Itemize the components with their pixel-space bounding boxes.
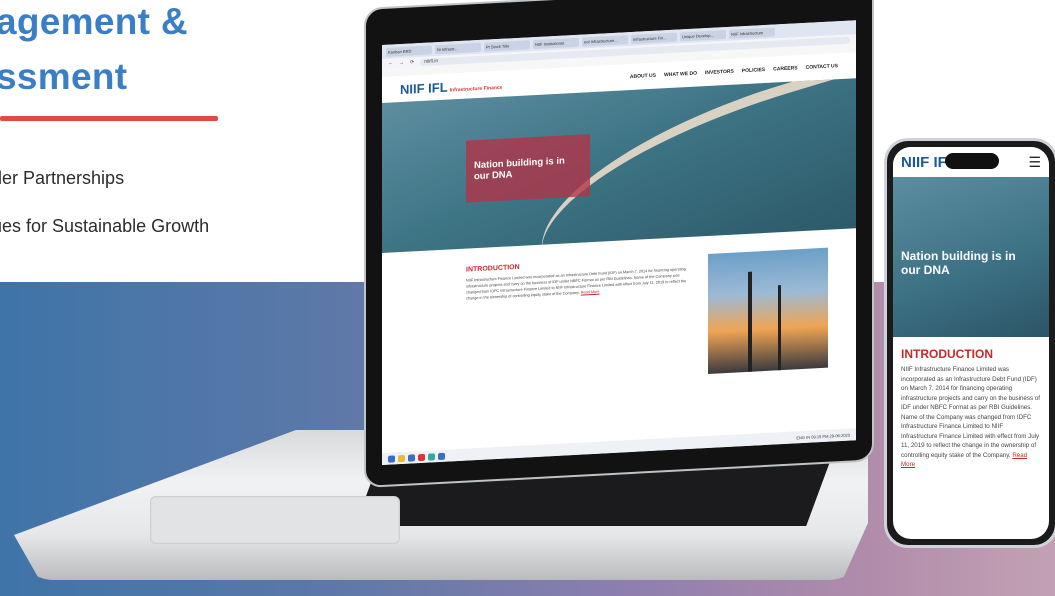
phone-mockup: NIIF IFL ☰ Nation building is in our DNA… (884, 138, 1055, 548)
nav-investors[interactable]: INVESTORS (705, 69, 734, 77)
nav-about-us[interactable]: ABOUT US (630, 73, 656, 80)
system-tray: ENG IN 09:15 PM 29-06-2023 (796, 432, 856, 440)
tray-date: 29-06-2023 (829, 432, 850, 439)
laptop-trackpad (150, 496, 400, 544)
intro-paragraph: NIIF Infrastructure Finance Limited was … (466, 267, 687, 301)
hero-text: Nation building is in our DNA (466, 134, 590, 203)
nav-policies[interactable]: POLICIES (742, 67, 765, 74)
browser-tab[interactable]: Unique Develop... (680, 29, 726, 41)
phone-intro-section: INTRODUCTION NIIF Infrastructure Finance… (893, 337, 1049, 480)
nav-what-we-do[interactable]: WHAT WE DO (664, 71, 697, 79)
tray-time: 09:15 PM (811, 433, 829, 440)
phone-dynamic-island (945, 153, 999, 169)
reload-icon[interactable]: ⟳ (410, 59, 414, 65)
read-more-link[interactable]: Read More (581, 290, 600, 295)
app-icon[interactable] (428, 452, 435, 461)
phone-hero-banner: Nation building is in our DNA (893, 177, 1049, 337)
edge-icon[interactable] (408, 453, 415, 462)
file-explorer-icon[interactable] (398, 454, 405, 462)
phone-intro-paragraph: NIIF Infrastructure Finance Limited was … (901, 366, 1040, 459)
app-icon[interactable] (418, 453, 425, 461)
browser-tab[interactable]: eof Infrastructure... (582, 34, 628, 47)
chrome-icon[interactable] (438, 452, 445, 460)
browser-tab[interactable]: Pt Stock Title (484, 39, 530, 52)
browser-tab[interactable]: Infrastructure Fin... (631, 32, 677, 44)
phone-hero-text: Nation building is in our DNA (901, 249, 1016, 277)
intro-block: INTRODUCTION NIIF Infrastructure Finance… (466, 255, 692, 387)
hamburger-icon[interactable]: ☰ (1028, 154, 1041, 171)
phone-screen: NIIF IFL ☰ Nation building is in our DNA… (893, 147, 1049, 539)
hero-banner: Nation building is in our DNA (382, 78, 856, 254)
browser-tab[interactable]: Kanban BRD (386, 44, 432, 57)
tray-language[interactable]: ENG IN (796, 434, 810, 440)
slide: agement & ssment der Partnerships ues fo… (0, 0, 1055, 596)
intro-section: INTRODUCTION NIIF Infrastructure Finance… (382, 228, 856, 391)
site-logo-text: NIIF IFL (400, 79, 448, 97)
browser-tab-active[interactable]: NIIF Infrastructure (729, 26, 775, 39)
laptop-lid: Kanban BRD Ni Infrastr... Pt Stock Title… (364, 0, 874, 488)
start-icon[interactable] (388, 454, 395, 463)
browser-tab[interactable]: Ni Infrastr... (435, 42, 481, 54)
power-pylon-image (708, 247, 828, 374)
laptop-screen: Kanban BRD Ni Infrastr... Pt Stock Title… (382, 20, 856, 466)
browser-tab[interactable]: NIIF Institutional (533, 37, 579, 49)
phone-intro-text: NIIF Infrastructure Finance Limited was … (901, 365, 1041, 470)
site-logo-subtext: Infrastructure Finance (449, 84, 503, 94)
nav-contact-us[interactable]: CONTACT US (806, 63, 838, 71)
forward-icon[interactable]: → (399, 60, 404, 66)
nav-careers[interactable]: CAREERS (773, 65, 797, 72)
phone-intro-title: INTRODUCTION (901, 347, 993, 361)
site-logo[interactable]: NIIF IFL Infrastructure Finance (400, 76, 502, 96)
back-icon[interactable]: ← (388, 60, 393, 66)
site-nav-menu: ABOUT US WHAT WE DO INVESTORS POLICIES C… (630, 63, 838, 80)
